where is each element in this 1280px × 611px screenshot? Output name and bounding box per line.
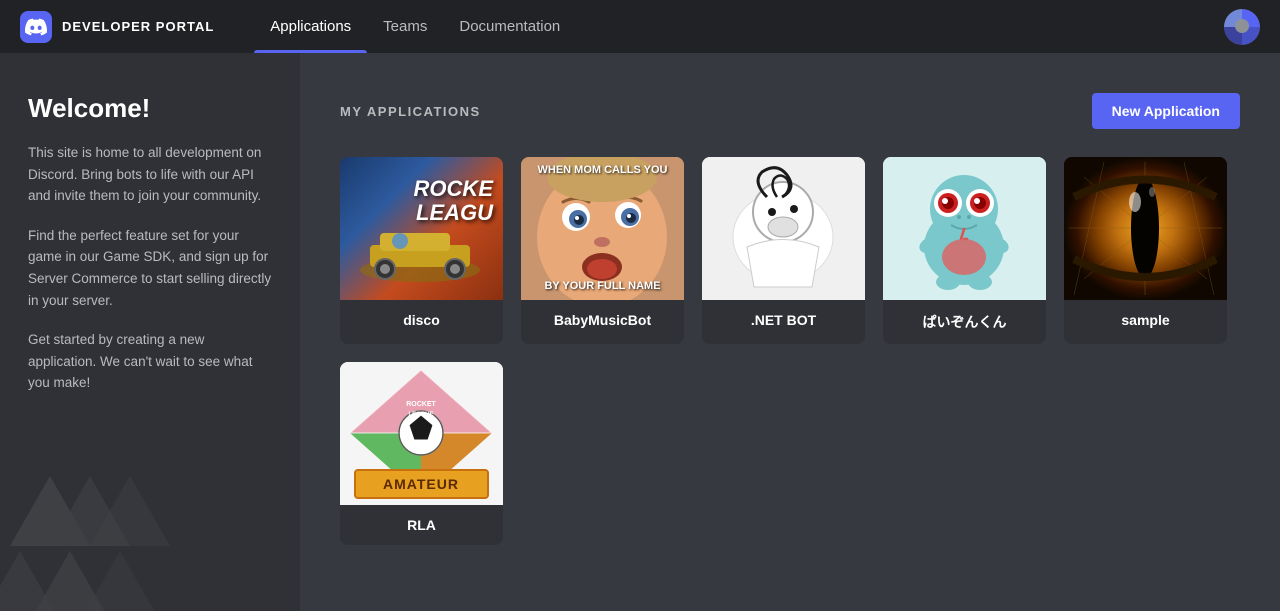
disco-logo-text: ROCKELEAGU — [414, 177, 493, 225]
section-title: MY APPLICATIONS — [340, 104, 481, 119]
sidebar-paragraph-1: This site is home to all development on … — [28, 142, 272, 207]
app-card-image-netbot — [702, 157, 865, 300]
main-content: MY APPLICATIONS New Application ROCKELEA… — [300, 53, 1280, 611]
sidebar-paragraph-2: Find the perfect feature set for your ga… — [28, 225, 272, 311]
section-header: MY APPLICATIONS New Application — [340, 93, 1240, 129]
app-card-label-sample: sample — [1064, 300, 1227, 340]
sidebar: Welcome! This site is home to all develo… — [0, 53, 300, 611]
sidebar-watermark — [0, 466, 190, 611]
app-card-babymusicbot[interactable]: WHEN MOM CALLS YOU — [521, 157, 684, 344]
discord-logo — [20, 11, 52, 43]
avatar-image — [1224, 9, 1260, 45]
app-card-paizonkun[interactable]: ぱいぞんくん — [883, 157, 1046, 344]
brand: DEVELOPER PORTAL — [20, 11, 214, 43]
content: Welcome! This site is home to all develo… — [0, 53, 1280, 611]
app-card-sample[interactable]: sample — [1064, 157, 1227, 344]
avatar[interactable] — [1224, 9, 1260, 45]
navbar: DEVELOPER PORTAL Applications Teams Docu… — [0, 0, 1280, 53]
svg-text:AMATEUR: AMATEUR — [383, 476, 459, 492]
app-card-label-paizonkun: ぱいぞんくん — [883, 300, 1046, 344]
nav-tabs: Applications Teams Documentation — [254, 0, 1224, 53]
new-application-button[interactable]: New Application — [1092, 93, 1240, 129]
app-card-label-disco: disco — [340, 300, 503, 340]
app-card-rla[interactable]: ROCKET LEAGUE AMATEUR RLA — [340, 362, 503, 545]
brand-text: DEVELOPER PORTAL — [62, 19, 214, 34]
app-card-image-disco: ROCKELEAGU — [340, 157, 503, 300]
app-card-label-netbot: .NET BOT — [702, 300, 865, 340]
app-card-image-rla: ROCKET LEAGUE AMATEUR — [340, 362, 503, 505]
tab-teams[interactable]: Teams — [367, 0, 443, 53]
svg-text:LEAGUE: LEAGUE — [408, 412, 433, 418]
app-card-image-paizonkun — [883, 157, 1046, 300]
tab-applications[interactable]: Applications — [254, 0, 367, 53]
sidebar-paragraph-3: Get started by creating a new applicatio… — [28, 329, 272, 394]
app-card-label-rla: RLA — [340, 505, 503, 545]
app-card-image-babymusicbot: WHEN MOM CALLS YOU — [521, 157, 684, 300]
app-card-label-babymusicbot: BabyMusicBot — [521, 300, 684, 340]
sidebar-title: Welcome! — [28, 93, 272, 124]
svg-text:ROCKET: ROCKET — [406, 401, 436, 408]
app-card-image-sample — [1064, 157, 1227, 300]
tab-documentation[interactable]: Documentation — [443, 0, 576, 53]
app-card-netbot[interactable]: .NET BOT — [702, 157, 865, 344]
app-grid: ROCKELEAGU di — [340, 157, 1240, 545]
navbar-right — [1224, 9, 1260, 45]
app-card-disco[interactable]: ROCKELEAGU di — [340, 157, 503, 344]
